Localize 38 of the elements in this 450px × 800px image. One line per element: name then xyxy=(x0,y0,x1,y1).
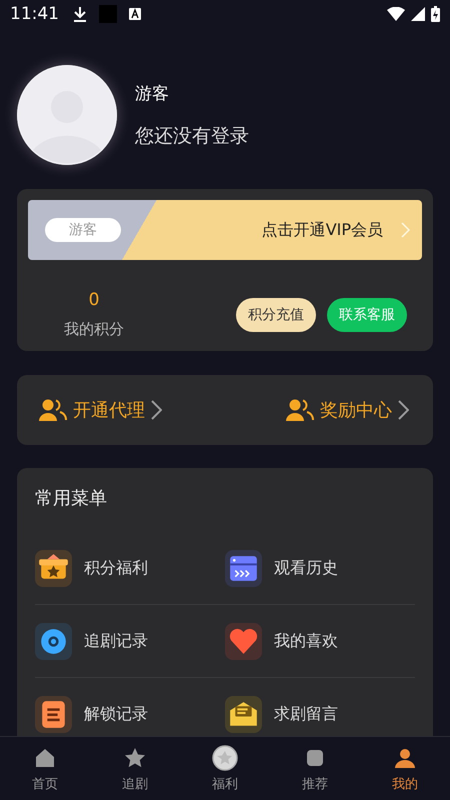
avatar[interactable] xyxy=(17,65,117,165)
nav-tab[interactable]: 推荐 xyxy=(270,737,360,800)
notification-icon xyxy=(99,5,117,23)
screen-icon xyxy=(225,550,262,586)
user-name: 游客 xyxy=(135,82,170,104)
chevron-icon xyxy=(398,400,409,420)
wifi-icon xyxy=(387,7,405,21)
menu-item[interactable]: 观看历史 xyxy=(225,532,415,605)
people-icon xyxy=(39,399,67,421)
nav-tab[interactable]: 福利 xyxy=(180,737,270,800)
nav-tab[interactable]: 我的 xyxy=(360,737,450,800)
menu-item[interactable]: 我的喜欢 xyxy=(225,605,415,678)
menu-title: 常用菜单 xyxy=(35,487,108,510)
people-icon xyxy=(286,399,314,421)
download-icon xyxy=(73,6,87,22)
link-button[interactable]: 开通代理 xyxy=(39,398,162,422)
chevron-icon xyxy=(151,400,162,420)
menu-item[interactable]: 积分福利 xyxy=(35,532,225,605)
points-label: 我的积分 xyxy=(64,320,124,339)
keyboard-icon xyxy=(129,8,141,20)
recharge-button[interactable]: 积分充值 xyxy=(236,298,316,332)
vip-cta: 点击开通VIP会员 xyxy=(262,220,383,240)
vip-banner[interactable]: 游客 点击开通VIP会员 xyxy=(28,200,422,260)
login-status[interactable]: 您还没有登录 xyxy=(135,122,249,148)
status-time: 11:41 xyxy=(10,4,59,24)
gift-box-icon xyxy=(35,550,72,586)
envelope-icon xyxy=(225,696,262,732)
nav-tab[interactable]: 追剧 xyxy=(90,737,180,800)
signal-icon xyxy=(411,7,425,21)
nav-tab[interactable]: 首页 xyxy=(0,737,90,800)
document-icon xyxy=(35,696,72,732)
chevron-icon xyxy=(401,222,410,238)
user-level-badge: 游客 xyxy=(45,218,121,242)
coin-icon xyxy=(212,744,238,770)
battery-icon xyxy=(431,6,440,22)
link-button[interactable]: 奖励中心 xyxy=(286,398,409,422)
points-value: 0 xyxy=(88,290,100,310)
menu-item[interactable]: 追剧记录 xyxy=(35,605,225,678)
